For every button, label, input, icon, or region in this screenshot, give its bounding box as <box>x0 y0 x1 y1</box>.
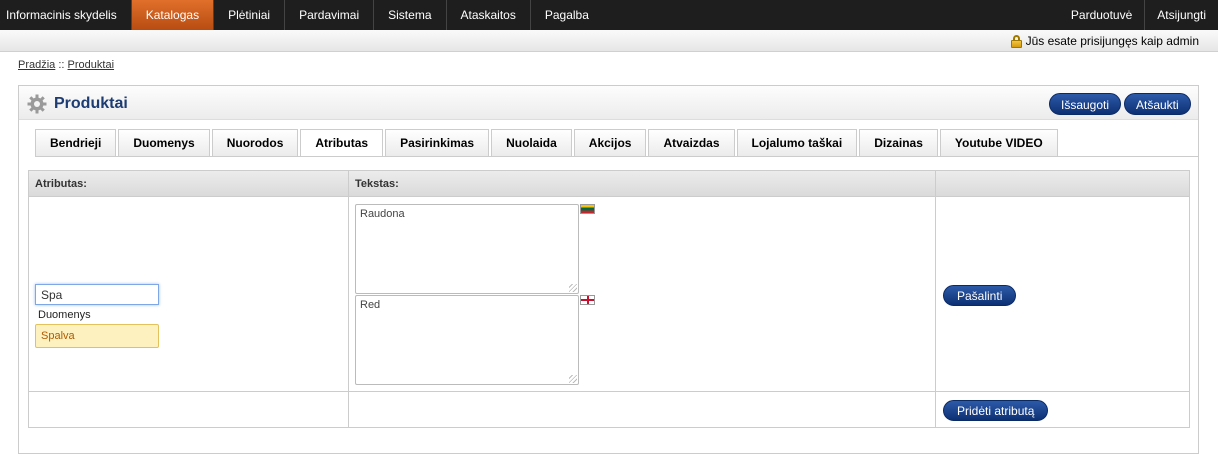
tab-image[interactable]: Atvaizdas <box>648 129 735 156</box>
tab-youtube-video[interactable]: Youtube VIDEO <box>939 129 1058 156</box>
remove-attribute-button[interactable]: Pašalinti <box>943 285 1017 306</box>
nav-extensions[interactable]: Plėtiniai <box>214 0 286 30</box>
cancel-button[interactable]: Atšaukti <box>1124 93 1191 115</box>
nav-sales[interactable]: Pardavimai <box>285 0 375 30</box>
tab-data[interactable]: Duomenys <box>118 129 210 156</box>
right-nav: Parduotuvė Atsijungti <box>1059 0 1218 30</box>
resize-handle-icon[interactable] <box>569 375 577 383</box>
column-attribute: Atributas: <box>35 178 87 190</box>
breadcrumb: Pradžia :: Produktai <box>18 59 114 71</box>
tab-loyalty-points[interactable]: Lojalumo taškai <box>736 129 858 156</box>
nav-store[interactable]: Parduotuvė <box>1059 0 1144 30</box>
breadcrumb-home[interactable]: Pradžia <box>18 59 55 71</box>
autocomplete-list: Duomenys Spalva <box>35 306 159 348</box>
login-status: Jūs esate prisijungęs kaip admin <box>1010 34 1199 48</box>
tab-bar: Bendrieji Duomenys Nuorodos Atributas Pa… <box>35 129 1060 157</box>
text-lt-value: Raudona <box>360 208 405 220</box>
main-nav: Informacinis skydelis Katalogas Plėtinia… <box>0 0 603 30</box>
nav-system[interactable]: Sistema <box>374 0 447 30</box>
tab-general[interactable]: Bendrieji <box>35 129 117 156</box>
breadcrumb-separator: :: <box>58 59 65 71</box>
tab-special[interactable]: Akcijos <box>573 129 647 156</box>
english-flag-icon <box>580 295 595 305</box>
login-text: Jūs esate prisijungęs kaip admin <box>1025 34 1199 48</box>
text-en-value: Red <box>360 299 381 311</box>
nav-logout[interactable]: Atsijungti <box>1144 0 1218 30</box>
gear-icon <box>27 94 47 114</box>
page-title: Produktai <box>54 95 128 112</box>
autocomplete-option[interactable]: Duomenys <box>35 306 159 324</box>
user-bar: Jūs esate prisijungęs kaip admin <box>0 30 1218 52</box>
column-text: Tekstas: <box>355 178 399 190</box>
tab-links[interactable]: Nuorodos <box>211 129 299 156</box>
attribute-table: Atributas: Tekstas: Duomenys Spalva Raud… <box>28 170 1190 428</box>
autocomplete-option-highlighted[interactable]: Spalva <box>35 324 159 348</box>
breadcrumb-current[interactable]: Produktai <box>68 59 114 71</box>
top-menu-bar: Informacinis skydelis Katalogas Plėtinia… <box>0 0 1218 30</box>
resize-handle-icon[interactable] <box>569 284 577 292</box>
tab-attribute[interactable]: Atributas <box>300 129 384 157</box>
lock-icon <box>1010 34 1022 48</box>
add-attribute-button[interactable]: Pridėti atributą <box>943 400 1049 421</box>
nav-dashboard[interactable]: Informacinis skydelis <box>0 0 132 30</box>
tab-design[interactable]: Dizainas <box>859 129 938 156</box>
nav-catalog[interactable]: Katalogas <box>131 0 215 30</box>
text-lt-field[interactable]: Raudona <box>355 204 579 294</box>
nav-reports[interactable]: Ataskaitos <box>447 0 531 30</box>
text-en-field[interactable]: Red <box>355 295 579 385</box>
tabs-divider <box>35 156 1198 157</box>
table-header: Atributas: Tekstas: <box>29 171 1189 197</box>
tab-option[interactable]: Pasirinkimas <box>385 129 490 156</box>
panel-header: Produktai Išsaugoti Atšaukti <box>19 86 1198 120</box>
products-panel: Produktai Išsaugoti Atšaukti Bendrieji D… <box>18 85 1199 454</box>
save-button[interactable]: Išsaugoti <box>1049 93 1122 115</box>
nav-help[interactable]: Pagalba <box>531 0 603 30</box>
column-divider <box>935 171 936 427</box>
lithuania-flag-icon <box>580 204 595 214</box>
tab-discount[interactable]: Nuolaida <box>491 129 572 156</box>
column-divider <box>348 171 349 427</box>
row-divider <box>29 391 1189 392</box>
attribute-name-input[interactable] <box>35 284 159 305</box>
